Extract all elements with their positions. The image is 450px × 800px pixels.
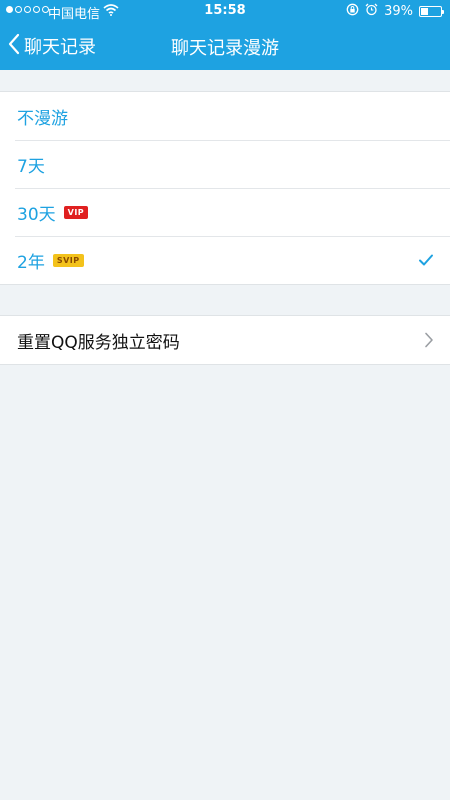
settings-list: 重置QQ服务独立密码 xyxy=(0,315,450,365)
svip-badge: SVIP xyxy=(52,253,84,267)
option-label: 7天 xyxy=(17,156,45,177)
battery-percent: 39% xyxy=(384,4,413,19)
reset-qq-password-row[interactable]: 重置QQ服务独立密码 xyxy=(0,316,450,364)
option-2-years[interactable]: 2年 SVIP xyxy=(0,236,450,284)
roaming-options-list: 不漫游 7天 30天 VIP 2年 SVIP xyxy=(0,91,450,285)
alarm-icon xyxy=(365,3,378,20)
vip-badge: VIP xyxy=(63,205,89,219)
status-bar: 中国电信 15:58 39% xyxy=(0,0,450,22)
chevron-right-icon xyxy=(424,332,434,352)
nav-bar: 聊天记录 聊天记录漫游 xyxy=(0,22,450,70)
option-label: 2年 xyxy=(17,252,45,273)
battery-icon xyxy=(419,6,444,17)
status-right: 39% xyxy=(346,3,444,20)
option-label: 30天 xyxy=(17,204,56,225)
option-label: 不漫游 xyxy=(17,108,68,129)
header: 中国电信 15:58 39% 聊天记录 聊天记录漫游 xyxy=(0,0,450,70)
reset-password-label: 重置QQ服务独立密码 xyxy=(17,332,180,353)
checkmark-icon xyxy=(418,252,434,271)
battery-level-fill xyxy=(421,8,428,15)
page-title: 聊天记录漫游 xyxy=(171,38,279,59)
option-no-roaming[interactable]: 不漫游 xyxy=(0,92,450,140)
option-7-days[interactable]: 7天 xyxy=(0,140,450,188)
option-30-days[interactable]: 30天 VIP xyxy=(0,188,450,236)
rotation-lock-icon xyxy=(346,3,359,20)
